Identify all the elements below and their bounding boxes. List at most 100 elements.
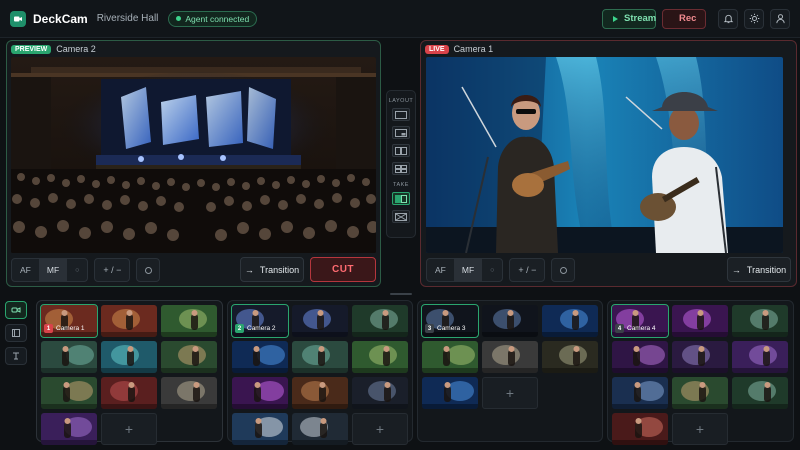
camera-1-shot-thumbnail[interactable] — [41, 341, 97, 373]
film-icon — [12, 329, 20, 337]
camera-1-shot-thumbnail[interactable] — [41, 377, 97, 409]
stream-button[interactable]: Stream — [602, 8, 657, 29]
camera-3-shot-thumbnail[interactable] — [482, 341, 538, 373]
shot-preview-image — [352, 305, 408, 337]
preview-controls: AF MF ○ + / − — [11, 258, 161, 282]
shot-preview-image — [232, 377, 288, 409]
camera-2-shot-thumbnail[interactable]: 2 Camera 2 — [231, 304, 289, 338]
shot-preview-image — [41, 341, 97, 373]
live-controls: AF MF ○ + / − — [426, 258, 576, 282]
camera-2-shot-thumbnail[interactable] — [292, 305, 348, 337]
preview-zoom-control[interactable]: + / − — [94, 258, 131, 282]
live-mf-button[interactable]: MF — [453, 259, 483, 281]
camera-2-shot-thumbnail[interactable] — [352, 305, 408, 337]
camera-4-shot-thumbnail[interactable] — [612, 413, 668, 445]
camera-label: Camera 1 — [56, 325, 85, 332]
camera-2-shot-thumbnail[interactable] — [232, 413, 288, 445]
add-shot-button[interactable]: + — [672, 413, 728, 445]
camera-1-shot-thumbnail[interactable] — [101, 305, 157, 337]
camera-1-shot-thumbnail[interactable] — [101, 341, 157, 373]
layout-pip-button[interactable] — [392, 126, 410, 139]
take-crossfade-button[interactable] — [392, 210, 410, 223]
shot-preview-image — [232, 341, 288, 373]
layout-split-button[interactable] — [392, 144, 410, 157]
add-shot-button[interactable]: + — [482, 377, 538, 409]
camera-4-shot-thumbnail[interactable] — [612, 377, 668, 409]
camera-1-shot-thumbnail[interactable] — [161, 341, 217, 373]
camera-label-badge: 3 Camera 3 — [425, 324, 466, 333]
camera-2-shot-thumbnail[interactable] — [232, 341, 288, 373]
preview-transition-button[interactable]: → Transition — [240, 257, 304, 282]
camera-4-shot-thumbnail[interactable] — [732, 305, 788, 337]
notifications-button[interactable] — [718, 8, 738, 29]
camera-3-shot-thumbnail[interactable] — [422, 377, 478, 409]
camera-3-shot-thumbnail[interactable]: 3 Camera 3 — [421, 304, 479, 338]
layout-single-button[interactable] — [392, 108, 410, 121]
camera-1-shot-thumbnail[interactable] — [101, 377, 157, 409]
shot-preview-image — [292, 305, 348, 337]
brightness-button[interactable] — [744, 8, 764, 29]
live-transition-label: Transition — [746, 264, 787, 275]
camera-2-shot-thumbnail[interactable] — [292, 377, 348, 409]
preview-tag: PREVIEW — [11, 44, 52, 54]
add-shot-button[interactable]: + — [352, 413, 408, 445]
live-target-button[interactable] — [551, 258, 576, 282]
camera-number: 2 — [235, 324, 244, 333]
shot-preview-image — [352, 341, 408, 373]
preview-focus-dial-icon[interactable]: ○ — [67, 259, 87, 281]
shot-preview-image — [732, 377, 788, 409]
camera-2-shot-thumbnail[interactable] — [292, 341, 348, 373]
live-transition-button[interactable]: → Transition — [727, 257, 791, 282]
shot-preview-image — [161, 377, 217, 409]
media-view-button[interactable] — [5, 324, 27, 342]
preview-mf-button[interactable]: MF — [38, 259, 68, 281]
camera-4-shot-thumbnail[interactable] — [672, 377, 728, 409]
preview-af-button[interactable]: AF — [12, 259, 39, 281]
add-shot-button[interactable]: + — [101, 413, 157, 445]
camera-label: Camera 2 — [247, 325, 276, 332]
camera-4-shot-thumbnail[interactable] — [732, 341, 788, 373]
camera-4-shot-thumbnail[interactable] — [672, 341, 728, 373]
shot-preview-image — [101, 341, 157, 373]
camera-3-shot-thumbnail[interactable] — [422, 341, 478, 373]
cut-button[interactable]: CUT — [310, 257, 376, 282]
user-profile-button[interactable] — [770, 8, 790, 29]
live-zoom-control[interactable]: + / − — [509, 258, 546, 282]
camera-4-shot-thumbnail[interactable] — [732, 377, 788, 409]
live-af-button[interactable]: AF — [427, 259, 454, 281]
camera-4-shot-thumbnail[interactable] — [612, 341, 668, 373]
camera-2-shot-thumbnail[interactable] — [352, 377, 408, 409]
shot-preview-image — [292, 413, 348, 445]
camera-2-shot-thumbnail[interactable] — [232, 377, 288, 409]
record-button[interactable]: Rec — [662, 8, 706, 29]
take-split-button[interactable] — [392, 192, 410, 205]
resize-handle[interactable] — [390, 293, 412, 295]
camera-logo-icon — [10, 10, 26, 27]
camera-4-shot-thumbnail[interactable] — [672, 305, 728, 337]
camera-1-shot-thumbnail[interactable]: 1 Camera 1 — [40, 304, 98, 338]
camera-1-shot-thumbnail[interactable] — [161, 377, 217, 409]
layout-quad-icon — [395, 164, 407, 173]
live-panel: LIVE Camera 1 AF MF ○ + / − → Transition — [420, 40, 797, 287]
layout-pip-icon — [395, 128, 407, 137]
shot-preview-image — [292, 377, 348, 409]
camera-3-shot-thumbnail[interactable] — [482, 305, 538, 337]
camera-4-shot-thumbnail[interactable]: 4 Camera 4 — [611, 304, 669, 338]
camera-2-shot-thumbnail[interactable] — [352, 341, 408, 373]
live-video[interactable] — [426, 57, 783, 253]
live-header: LIVE Camera 1 — [425, 44, 493, 54]
camera-3-shot-thumbnail[interactable] — [542, 341, 598, 373]
preview-target-button[interactable] — [136, 258, 161, 282]
text-overlay-button[interactable] — [5, 347, 27, 365]
cameras-view-button[interactable] — [5, 301, 27, 319]
layout-quad-button[interactable] — [392, 162, 410, 175]
live-focus-dial-icon[interactable]: ○ — [482, 259, 502, 281]
stream-label: Stream — [624, 13, 657, 24]
preview-video[interactable] — [11, 57, 376, 253]
preview-transition-label: Transition — [259, 264, 300, 275]
shot-preview-image — [732, 341, 788, 373]
camera-2-shot-thumbnail[interactable] — [292, 413, 348, 445]
camera-1-shot-thumbnail[interactable] — [41, 413, 97, 445]
camera-1-shot-thumbnail[interactable] — [161, 305, 217, 337]
camera-3-shot-thumbnail[interactable] — [542, 305, 598, 337]
